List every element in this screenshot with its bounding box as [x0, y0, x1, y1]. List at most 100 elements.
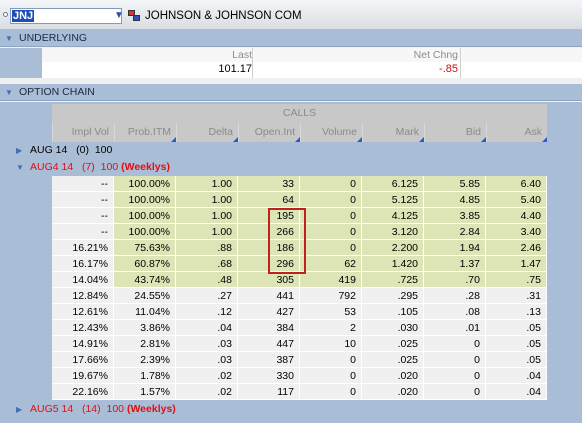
volume-cell[interactable]: 0: [300, 240, 362, 256]
option-row[interactable]: 14.04% 43.74% .48 305 419.725.70.75: [52, 272, 547, 288]
prob-itm-cell[interactable]: 100.00%: [114, 208, 176, 224]
ask-cell[interactable]: .05: [486, 320, 547, 336]
bid-cell[interactable]: .70: [424, 272, 486, 288]
prob-itm-cell[interactable]: 75.63%: [114, 240, 176, 256]
delta-cell[interactable]: 1.00: [176, 224, 238, 240]
bid-cell[interactable]: 1.94: [424, 240, 486, 256]
prob-itm-cell[interactable]: 100.00%: [114, 224, 176, 240]
prob-itm-header[interactable]: Prob.ITM: [114, 123, 176, 142]
bid-cell[interactable]: .08: [424, 304, 486, 320]
bid-cell[interactable]: 0: [424, 352, 486, 368]
prob-itm-cell[interactable]: 43.74%: [114, 272, 176, 288]
mark-cell[interactable]: .295: [362, 288, 424, 304]
ask-cell[interactable]: 1.47: [486, 256, 547, 272]
expiration-row-aug4-14[interactable]: ▼ AUG4 14 (7) 100 (Weeklys): [0, 159, 582, 176]
expiration-row-aug14[interactable]: ▶ AUG 14 (0) 100: [0, 142, 582, 159]
bid-cell[interactable]: 3.85: [424, 208, 486, 224]
mark-cell[interactable]: .105: [362, 304, 424, 320]
delta-cell[interactable]: .12: [176, 304, 238, 320]
open-int-cell[interactable]: 305: [238, 272, 300, 288]
impl-vol-cell[interactable]: 16.21%: [52, 240, 114, 256]
bid-cell[interactable]: 1.37: [424, 256, 486, 272]
bid-cell[interactable]: 5.85: [424, 176, 486, 192]
option-row[interactable]: -- 100.00% 1.00 33 0 6.125 5.85 6.40: [52, 176, 547, 192]
volume-cell[interactable]: 0: [300, 384, 362, 400]
bid-cell[interactable]: .28: [424, 288, 486, 304]
impl-vol-cell[interactable]: --: [52, 176, 114, 192]
ask-cell[interactable]: .04: [486, 368, 547, 384]
ask-cell[interactable]: 5.40: [486, 192, 547, 208]
impl-vol-cell[interactable]: --: [52, 192, 114, 208]
volume-cell[interactable]: 0: [300, 176, 362, 192]
prob-itm-cell[interactable]: 3.86%: [114, 320, 176, 336]
prob-itm-cell[interactable]: 100.00%: [114, 176, 176, 192]
ask-cell[interactable]: 3.40: [486, 224, 547, 240]
volume-cell[interactable]: 0: [300, 208, 362, 224]
impl-vol-cell[interactable]: 14.91%: [52, 336, 114, 352]
bid-cell[interactable]: 2.84: [424, 224, 486, 240]
expiration-row-aug5-14[interactable]: ▶ AUG5 14 (14) 100 (Weeklys): [0, 401, 582, 418]
mark-cell[interactable]: 3.120: [362, 224, 424, 240]
bid-cell[interactable]: 0: [424, 368, 486, 384]
expand-triangle-icon[interactable]: ▶: [16, 401, 22, 418]
delta-cell[interactable]: .88: [176, 240, 238, 256]
impl-vol-cell[interactable]: 16.17%: [52, 256, 114, 272]
volume-cell[interactable]: 0: [300, 352, 362, 368]
volume-cell[interactable]: 0: [300, 224, 362, 240]
option-row[interactable]: 14.91% 2.81% .03 447 10.025 0.05: [52, 336, 547, 352]
delta-cell[interactable]: .68: [176, 256, 238, 272]
delta-cell[interactable]: .48: [176, 272, 238, 288]
option-row[interactable]: 12.61% 11.04% .12 427 53.105.08.13: [52, 304, 547, 320]
open-int-cell[interactable]: 384: [238, 320, 300, 336]
mark-cell[interactable]: 1.420: [362, 256, 424, 272]
prob-itm-cell[interactable]: 24.55%: [114, 288, 176, 304]
delta-cell[interactable]: .04: [176, 320, 238, 336]
expand-triangle-icon[interactable]: ▶: [16, 142, 22, 159]
open-int-header[interactable]: Open.Int: [238, 123, 300, 142]
volume-cell[interactable]: 62: [300, 256, 362, 272]
impl-vol-cell[interactable]: 19.67%: [52, 368, 114, 384]
volume-cell[interactable]: 2: [300, 320, 362, 336]
delta-cell[interactable]: .02: [176, 384, 238, 400]
option-row[interactable]: 17.66% 2.39% .03 387 0.025 0.05: [52, 352, 547, 368]
impl-vol-cell[interactable]: 17.66%: [52, 352, 114, 368]
delta-cell[interactable]: .27: [176, 288, 238, 304]
prob-itm-cell[interactable]: 60.87%: [114, 256, 176, 272]
mark-cell[interactable]: .025: [362, 336, 424, 352]
volume-cell[interactable]: 0: [300, 368, 362, 384]
volume-cell[interactable]: 53: [300, 304, 362, 320]
mark-cell[interactable]: .025: [362, 352, 424, 368]
ask-cell[interactable]: .75: [486, 272, 547, 288]
bid-header[interactable]: Bid: [424, 123, 486, 142]
option-chain-section-header[interactable]: ▼ OPTION CHAIN: [0, 84, 582, 101]
ask-header[interactable]: Ask: [486, 123, 547, 142]
delta-header[interactable]: Delta: [176, 123, 238, 142]
mark-cell[interactable]: .030: [362, 320, 424, 336]
option-row[interactable]: 12.43% 3.86% .04 384 2.030.01.05: [52, 320, 547, 336]
mark-cell[interactable]: 5.125: [362, 192, 424, 208]
mark-header[interactable]: Mark: [362, 123, 424, 142]
mark-cell[interactable]: 4.125: [362, 208, 424, 224]
impl-vol-cell[interactable]: 14.04%: [52, 272, 114, 288]
impl-vol-cell[interactable]: 22.16%: [52, 384, 114, 400]
volume-cell[interactable]: 419: [300, 272, 362, 288]
mark-cell[interactable]: .020: [362, 368, 424, 384]
impl-vol-cell[interactable]: 12.84%: [52, 288, 114, 304]
mark-cell[interactable]: 2.200: [362, 240, 424, 256]
open-int-cell[interactable]: 441: [238, 288, 300, 304]
ask-cell[interactable]: 4.40: [486, 208, 547, 224]
volume-cell[interactable]: 0: [300, 192, 362, 208]
mark-cell[interactable]: .020: [362, 384, 424, 400]
mark-cell[interactable]: 6.125: [362, 176, 424, 192]
open-int-cell[interactable]: 427: [238, 304, 300, 320]
open-int-cell[interactable]: 117: [238, 384, 300, 400]
collapse-triangle-icon[interactable]: ▼: [5, 30, 13, 47]
option-row[interactable]: 19.67% 1.78% .02 330 0.020 0.04: [52, 368, 547, 384]
open-int-cell[interactable]: 330: [238, 368, 300, 384]
prob-itm-cell[interactable]: 11.04%: [114, 304, 176, 320]
symbol-dropdown-icon[interactable]: ▼: [113, 9, 125, 23]
open-int-cell[interactable]: 33: [238, 176, 300, 192]
delta-cell[interactable]: .03: [176, 336, 238, 352]
ask-cell[interactable]: .31: [486, 288, 547, 304]
delta-cell[interactable]: .02: [176, 368, 238, 384]
